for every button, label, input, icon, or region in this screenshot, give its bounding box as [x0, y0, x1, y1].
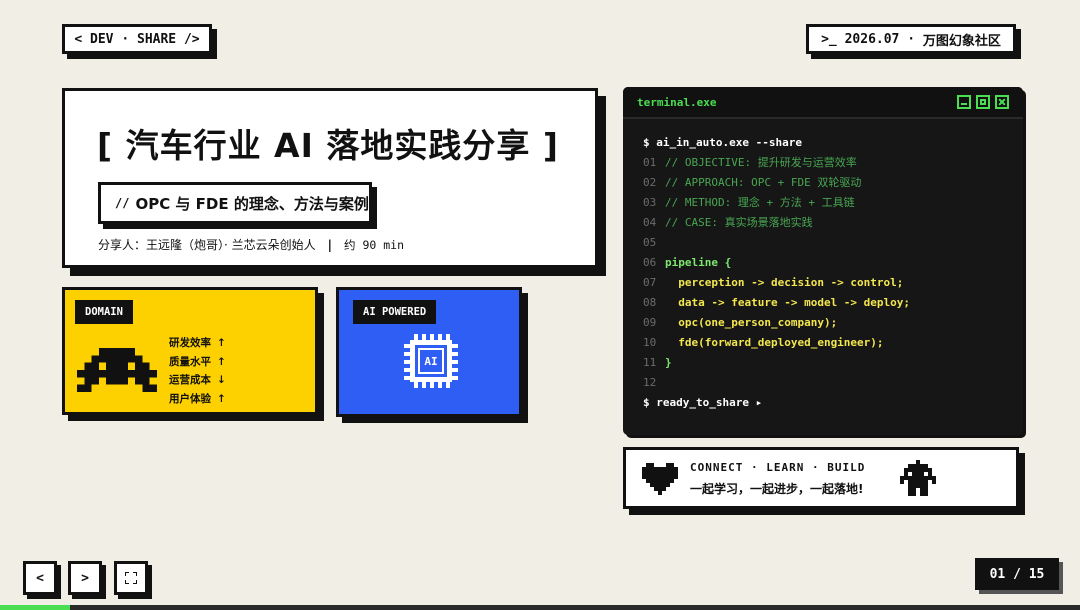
terminal-window: terminal.exe $ ai_in_auto.exe --share 01… [623, 87, 1023, 435]
dev-share-tag: < DEV · SHARE /> [62, 24, 212, 54]
trend-arrow-icon: ↑ [217, 392, 226, 405]
domain-metrics-list: 研发效率 ↑ 质量水平 ↑ 运营成本 ↓ 用户体验 ↑ [169, 334, 226, 408]
speaker-line: 分享人：王远隆（炮哥）· 兰芯云朵创始人 | 约 90 min [98, 236, 404, 253]
fullscreen-icon [125, 572, 137, 584]
progress-bar [0, 605, 1080, 610]
code-line: 12 [643, 373, 1023, 393]
line-text: data -> feature -> model -> deploy; [665, 296, 911, 309]
metric-name: 研发效率 [169, 337, 211, 349]
line-number: 01 [643, 156, 657, 169]
ai-powered-card: AI POWERED AI [336, 287, 522, 417]
code-line: 04 // CASE: 真实场景落地实践 [643, 213, 1023, 233]
line-number: 10 [643, 336, 657, 349]
title-card: [ 汽车行业 AI 落地实践分享 ] // OPC 与 FDE 的理念、方法与案… [62, 88, 598, 268]
line-text: // CASE: 真实场景落地实践 [665, 216, 813, 229]
code-line: 08 data -> feature -> model -> deploy; [643, 293, 1023, 313]
line-text: fde(forward_deployed_engineer); [665, 336, 884, 349]
line-text: pipeline { [665, 256, 732, 269]
code-line: 07 perception -> decision -> control; [643, 273, 1023, 293]
terminal-footer-command: $ ready_to_share ▸ [643, 396, 763, 409]
code-line: 05 [643, 233, 1023, 253]
terminal-title: terminal.exe [637, 95, 717, 109]
duration: 约 90 min [344, 237, 404, 252]
close-icon[interactable] [995, 95, 1009, 109]
dev-share-tag-text: < DEV · SHARE /> [74, 31, 200, 47]
connect-text: CONNECT · LEARN · BUILD 一起学习，一起进步，一起落地! [690, 461, 865, 497]
line-text: // APPROACH: OPC + FDE 双轮驱动 [665, 176, 862, 189]
line-text: // METHOD: 理念 + 方法 + 工具链 [665, 196, 855, 209]
date-org-tag: >_ 2026.07 · 万图幻象社区 [806, 24, 1016, 54]
line-number: 03 [643, 196, 657, 209]
connect-card: CONNECT · LEARN · BUILD 一起学习，一起进步，一起落地! [623, 447, 1019, 509]
line-number: 04 [643, 216, 657, 229]
metric-item: 质量水平 ↑ [169, 353, 226, 372]
connect-slogan-cn: 一起学习，一起进步，一起落地! [690, 482, 864, 496]
domain-card: DOMAIN 研发效率 ↑ 质量水平 ↑ 运营成本 ↓ 用户体验 ↑ [62, 287, 318, 415]
line-number: 08 [643, 296, 657, 309]
metric-item: 用户体验 ↑ [169, 390, 226, 409]
terminal-titlebar: terminal.exe [623, 87, 1023, 119]
line-number: 06 [643, 256, 657, 269]
code-line: 09 opc(one_person_company); [643, 313, 1023, 333]
connect-slogan-en: CONNECT · LEARN · BUILD [690, 461, 866, 474]
minimize-icon[interactable] [957, 95, 971, 109]
next-slide-button[interactable]: > [68, 561, 102, 595]
line-text: opc(one_person_company); [665, 316, 838, 329]
line-text: // OBJECTIVE: 提升研发与运营效率 [665, 156, 857, 169]
speaker-separator: | [327, 237, 333, 252]
code-lines: 01 // OBJECTIVE: 提升研发与运营效率 02 // APPROACH: … [643, 153, 1023, 393]
code-line: 06 pipeline { [643, 253, 1023, 273]
metric-name: 运营成本 [169, 374, 211, 386]
line-number: 09 [643, 316, 657, 329]
line-number: 12 [643, 376, 657, 389]
space-invader-icon [77, 348, 157, 392]
date-tag-text: >_ 2026.07 · [821, 31, 923, 47]
maximize-icon[interactable] [976, 95, 990, 109]
pixel-robot-icon [900, 460, 936, 496]
metric-name: 质量水平 [169, 355, 211, 368]
code-line: 10 fde(forward_deployed_engineer); [643, 333, 1023, 353]
line-number: 07 [643, 276, 657, 289]
line-number: 11 [643, 356, 657, 369]
terminal-command: $ ai_in_auto.exe --share [643, 136, 802, 149]
code-line: 03 // METHOD: 理念 + 方法 + 工具链 [643, 193, 1023, 213]
org-name: 万图幻象社区 [922, 33, 1001, 49]
fullscreen-button[interactable] [114, 561, 148, 595]
pixel-heart-icon [642, 463, 678, 495]
code-line: 11} [643, 353, 1023, 373]
line-text: } [665, 356, 672, 369]
terminal-body: $ ai_in_auto.exe --share 01 // OBJECTIVE:… [623, 119, 1023, 413]
domain-label: DOMAIN [75, 300, 133, 324]
metric-item: 研发效率 ↑ [169, 334, 226, 353]
line-number: 02 [643, 176, 657, 189]
progress-fill [0, 605, 71, 610]
window-controls [957, 95, 1009, 109]
code-line: 02 // APPROACH: OPC + FDE 双轮驱动 [643, 173, 1023, 193]
metric-item: 运营成本 ↓ [169, 371, 226, 390]
subtitle-box: // OPC 与 FDE 的理念、方法与案例 [98, 182, 372, 224]
ai-chip-text: AI [424, 354, 438, 368]
line-number: 05 [643, 236, 657, 249]
prev-slide-button[interactable]: < [23, 561, 57, 595]
line-text: perception -> decision -> control; [665, 276, 904, 289]
ai-powered-label: AI POWERED [353, 300, 437, 324]
page-counter: 01 / 15 [975, 558, 1059, 590]
code-line: 01 // OBJECTIVE: 提升研发与运营效率 [643, 153, 1023, 173]
subtitle-prefix: // [115, 196, 130, 210]
subtitle: OPC 与 FDE 的理念、方法与案例 [135, 194, 369, 213]
trend-arrow-icon: ↓ [217, 374, 226, 386]
main-title: [ 汽车行业 AI 落地实践分享 ] [97, 126, 559, 165]
trend-arrow-icon: ↑ [217, 337, 226, 349]
speaker-info: 分享人：王远隆（炮哥）· 兰芯云朵创始人 [98, 238, 316, 252]
trend-arrow-icon: ↑ [217, 355, 226, 368]
metric-name: 用户体验 [169, 392, 211, 405]
